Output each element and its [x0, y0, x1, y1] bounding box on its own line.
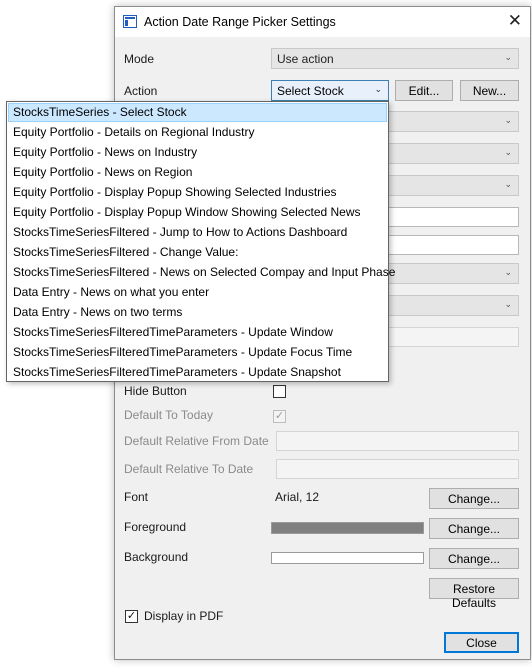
dropdown-item[interactable]: Equity Portfolio - Details on Regional I…	[8, 123, 387, 142]
edit-button[interactable]: Edit...	[395, 80, 453, 101]
dropdown-item[interactable]: StocksTimeSeriesFiltered - Jump to How t…	[8, 223, 387, 242]
dropdown-item[interactable]: Data Entry - News on two terms	[8, 303, 387, 322]
default-rel-to-label: Default Relative To Date	[124, 462, 254, 476]
chevron-down-icon: ⌄	[504, 179, 512, 189]
background-color-swatch[interactable]	[271, 552, 424, 564]
action-select[interactable]: Select Stock ⌄	[271, 80, 389, 101]
chevron-down-icon: ⌄	[504, 115, 512, 125]
foreground-label: Foreground	[124, 520, 187, 534]
dropdown-item[interactable]: Data Entry - News on what you enter	[8, 283, 387, 302]
app-icon	[123, 15, 137, 28]
default-rel-from-input	[276, 431, 519, 451]
background-change-button[interactable]: Change...	[429, 548, 519, 569]
dialog-title: Action Date Range Picker Settings	[144, 15, 336, 29]
mode-label: Mode	[124, 52, 155, 66]
close-button[interactable]: Close	[444, 632, 519, 653]
dropdown-item[interactable]: Equity Portfolio - Display Popup Showing…	[8, 183, 387, 202]
check-icon: ✓	[126, 610, 137, 622]
foreground-change-button[interactable]: Change...	[429, 518, 519, 539]
hide-button-checkbox[interactable]	[273, 385, 286, 398]
default-today-checkbox: ✓	[273, 410, 286, 423]
action-label: Action	[124, 84, 158, 98]
foreground-color-swatch[interactable]	[271, 522, 424, 534]
chevron-down-icon: ⌄	[504, 52, 512, 62]
check-icon: ✓	[274, 410, 285, 422]
dropdown-item[interactable]: Equity Portfolio - News on Region	[8, 163, 387, 182]
action-dropdown-list: StocksTimeSeries - Select Stock Equity Po…	[6, 101, 395, 382]
dropdown-item[interactable]: StocksTimeSeriesFilteredTimeParameters -…	[8, 343, 387, 362]
dropdown-item[interactable]: Equity Portfolio - Display Popup Window …	[8, 203, 387, 222]
close-icon[interactable]: ✕	[508, 11, 522, 31]
default-rel-to-input	[276, 459, 519, 479]
dropdown-item[interactable]: StocksTimeSeriesFiltered - Change Value:	[8, 243, 387, 262]
mode-value: Use action	[277, 52, 334, 66]
action-value: Select Stock	[277, 84, 344, 98]
font-label: Font	[124, 490, 149, 504]
display-pdf-checkbox[interactable]: ✓	[125, 610, 138, 623]
new-button[interactable]: New...	[460, 80, 519, 101]
chevron-down-icon: ⌄	[504, 147, 512, 157]
default-today-label: Default To Today	[124, 408, 213, 422]
hide-button-label: Hide Button	[124, 384, 187, 398]
background-label: Background	[124, 550, 189, 564]
dropdown-item[interactable]: StocksTimeSeriesFiltered - News on Selec…	[8, 263, 395, 282]
dropdown-item[interactable]: StocksTimeSeries - Select Stock	[8, 103, 387, 122]
display-pdf-label: Display in PDF	[144, 609, 224, 623]
title-bar: Action Date Range Picker Settings ✕	[115, 7, 530, 37]
dropdown-item[interactable]: Equity Portfolio - News on Industry	[8, 143, 387, 162]
dropdown-item[interactable]: StocksTimeSeriesFilteredTimeParameters -…	[8, 323, 387, 342]
font-value: Arial, 12	[275, 490, 320, 504]
restore-defaults-button[interactable]: Restore Defaults	[429, 578, 519, 610]
chevron-down-icon: ⌄	[504, 299, 512, 309]
default-rel-from-label: Default Relative From Date	[124, 434, 269, 448]
chevron-down-icon: ⌄	[504, 267, 512, 277]
chevron-down-icon: ⌄	[374, 84, 382, 94]
dropdown-item[interactable]: StocksTimeSeriesFilteredTimeParameters -…	[8, 363, 387, 382]
mode-select[interactable]: Use action ⌄	[271, 48, 519, 69]
font-change-button[interactable]: Change...	[429, 488, 519, 509]
